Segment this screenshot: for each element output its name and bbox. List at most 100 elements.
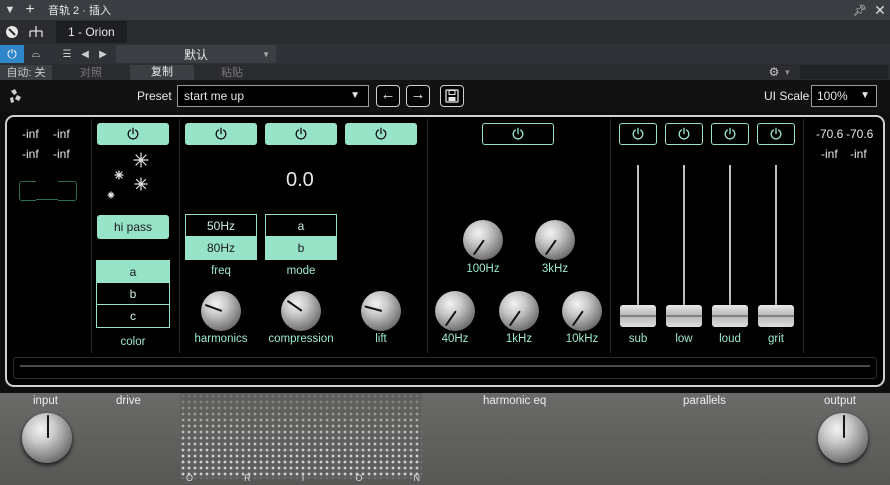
brand-letter: O xyxy=(355,473,363,483)
eq-100Hz-knob[interactable] xyxy=(463,220,503,260)
parallels-label: parallels xyxy=(683,395,726,407)
freq-label: freq xyxy=(211,265,231,277)
color-option[interactable]: a xyxy=(97,261,169,283)
grit-fader-track[interactable] xyxy=(775,165,777,317)
freq-option[interactable]: 80Hz xyxy=(186,237,256,259)
freq-selector: 50Hz 80Hz xyxy=(185,214,257,260)
lift-power-button[interactable] xyxy=(345,123,417,145)
eq-3kHz-label: 3kHz xyxy=(541,263,569,275)
brand-logo-icon xyxy=(9,88,23,104)
compression-knob[interactable] xyxy=(281,291,321,331)
ui-scale-label: UI Scale xyxy=(764,89,810,103)
preset-prev-button[interactable]: ← xyxy=(376,85,400,107)
mode-option[interactable]: a xyxy=(266,215,336,237)
host-search-field[interactable] xyxy=(800,65,888,79)
host-controls: ⏻ ⌓ ☰ ◀ ▶ 默认 ▼ xyxy=(0,44,890,64)
loud-fader-handle[interactable] xyxy=(712,305,748,327)
output-gain-knob[interactable] xyxy=(818,413,868,463)
freq-option[interactable]: 50Hz xyxy=(186,215,256,237)
plugin-header: Preset start me up ▼ ← → UI Scale 100% ▼ xyxy=(0,80,890,112)
compare-button[interactable]: 对照 xyxy=(52,64,130,80)
pin-icon[interactable]: 📌︎ xyxy=(850,0,870,20)
automation-button[interactable]: 自动: 关 xyxy=(0,64,52,80)
host-preset-dropdown[interactable]: 默认 ▼ xyxy=(116,45,276,63)
window-title: 音轨 2 · 插入 xyxy=(48,5,111,17)
loud-fader-track[interactable] xyxy=(729,165,731,317)
preset-dropdown[interactable]: start me up ▼ xyxy=(177,85,369,107)
host-actions: 自动: 关 对照 复制 粘贴 ⚙ ▼ xyxy=(0,64,890,80)
save-icon xyxy=(445,89,459,103)
compression-power-button[interactable] xyxy=(265,123,337,145)
grit-power-button[interactable] xyxy=(757,123,795,145)
arrow-right-icon: → xyxy=(410,86,426,103)
power-icon xyxy=(632,127,644,140)
mode-label: mode xyxy=(286,265,316,277)
copy-button[interactable]: 复制 xyxy=(130,64,194,80)
harmonics-power-button[interactable] xyxy=(185,123,257,145)
eq-100Hz-label: 100Hz xyxy=(466,263,500,275)
sub-power-button[interactable] xyxy=(619,123,657,145)
low-power-button[interactable] xyxy=(665,123,703,145)
save-preset-button[interactable] xyxy=(440,85,464,107)
paste-button[interactable]: 粘贴 xyxy=(194,64,270,80)
prev-preset-icon[interactable]: ◀ xyxy=(76,45,94,63)
color-option[interactable]: b xyxy=(97,283,169,305)
input-meter-value: -inf xyxy=(53,127,70,141)
sparkle-icon xyxy=(107,152,149,199)
hi-pass-button[interactable]: hi pass xyxy=(97,215,169,239)
ui-scale-value: 100% xyxy=(817,89,848,103)
low-fader-track[interactable] xyxy=(683,165,685,317)
color-option[interactable]: c xyxy=(97,305,169,327)
harmonics-knob[interactable] xyxy=(201,291,241,331)
eq-10kHz-knob[interactable] xyxy=(562,291,602,331)
color-selector: abc xyxy=(96,260,170,328)
grit-fader-handle[interactable] xyxy=(758,305,794,327)
eq-power-button[interactable] xyxy=(482,123,554,145)
power-icon xyxy=(295,127,307,140)
lift-knob[interactable] xyxy=(361,291,401,331)
routing-icon[interactable] xyxy=(24,21,48,43)
output-meter-value: -inf xyxy=(850,147,867,161)
loud-power-button[interactable] xyxy=(711,123,749,145)
link-icon[interactable]: ⌓ xyxy=(24,45,48,63)
plugin-logo-icon[interactable] xyxy=(0,21,24,43)
preset-value: start me up xyxy=(184,89,245,103)
eq-3kHz-knob[interactable] xyxy=(535,220,575,260)
sub-fader-track[interactable] xyxy=(637,165,639,317)
collapse-icon[interactable]: ▼ xyxy=(0,0,20,20)
preset-next-button[interactable]: → xyxy=(406,85,430,107)
output-meter-value: -70.6 xyxy=(816,127,844,141)
output-label: output xyxy=(824,395,856,407)
input-meter-value: -inf xyxy=(22,127,39,141)
divider xyxy=(91,119,92,353)
color-power-button[interactable] xyxy=(97,123,169,145)
bypass-power-icon[interactable]: ⏻ xyxy=(0,45,24,63)
close-icon[interactable]: ✕ xyxy=(870,0,890,20)
power-icon xyxy=(215,127,227,140)
device-name[interactable]: 1 - Orion xyxy=(56,21,127,43)
brand-letter: R xyxy=(244,473,251,483)
ui-scale-dropdown[interactable]: 100% ▼ xyxy=(811,85,877,107)
harmonic-eq-label: harmonic eq xyxy=(483,395,547,407)
gear-icon[interactable]: ⚙ ▼ xyxy=(760,64,800,80)
sub-fader-handle[interactable] xyxy=(620,305,656,327)
brand-letter: I xyxy=(301,473,305,483)
color-label: color xyxy=(120,336,146,348)
preset-list-icon[interactable]: ☰ xyxy=(58,45,76,63)
eq-1kHz-knob[interactable] xyxy=(499,291,539,331)
brand-letter: N xyxy=(413,473,420,483)
input-gain-knob[interactable] xyxy=(22,413,72,463)
drive-label: drive xyxy=(116,395,141,407)
add-icon[interactable]: + xyxy=(20,0,40,20)
drive-value-readout: 0.0 xyxy=(286,169,314,191)
mode-option[interactable]: b xyxy=(266,237,336,259)
next-preset-icon[interactable]: ▶ xyxy=(94,45,112,63)
horizontal-scrollbar[interactable] xyxy=(13,357,877,379)
divider xyxy=(610,119,611,353)
input-label: input xyxy=(33,395,58,407)
input-meter-value: -inf xyxy=(53,147,70,161)
low-fader-handle[interactable] xyxy=(666,305,702,327)
arrow-left-icon: ← xyxy=(380,86,396,103)
title-bar: ▼ + 音轨 2 · 插入 📌︎ ✕ xyxy=(0,0,890,20)
eq-40Hz-knob[interactable] xyxy=(435,291,475,331)
